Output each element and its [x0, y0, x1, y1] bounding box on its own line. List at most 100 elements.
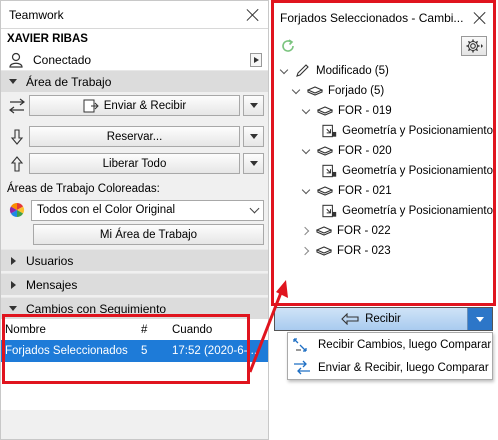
geometry-icon [322, 124, 337, 138]
section-users[interactable]: Usuarios [1, 249, 268, 271]
release-all-label: Liberar Todo [102, 157, 167, 170]
chevron-right-icon [300, 226, 310, 236]
geometry-icon [322, 164, 337, 178]
tree-label: FOR - 021 [338, 185, 392, 197]
tree-label: Geometría y Posicionamiento [342, 165, 493, 177]
menu-item-receive-compare[interactable]: Recibir Cambios, luego Comparar [288, 333, 492, 356]
colored-workspaces-select[interactable]: Todos con el Color Original [31, 199, 264, 221]
row-count: 5 [141, 345, 148, 357]
tree-label: Modificado (5) [316, 65, 389, 77]
caret-down-icon [249, 103, 258, 108]
refresh-icon[interactable] [280, 38, 296, 54]
tree-node-detail[interactable]: Geometría y Posicionamiento [274, 201, 493, 221]
user-name: XAVIER RIBAS [1, 29, 268, 49]
tree-node-detail[interactable]: Geometría y Posicionamiento [274, 121, 493, 141]
arrow-down-icon [10, 128, 24, 145]
colored-row: Todos con el Color Original [1, 198, 268, 222]
my-workspace-button[interactable]: Mi Área de Trabajo [33, 224, 264, 245]
connected-user-icon [9, 52, 23, 68]
caret-down-icon [249, 134, 258, 139]
chevron-down-icon [249, 203, 260, 213]
chevron-down-icon [301, 145, 311, 154]
send-receive-button[interactable]: Enviar & Recibir [29, 95, 240, 116]
row-when: 17:52 (2020-6-... [172, 345, 258, 357]
tree-label: Geometría y Posicionamiento [342, 125, 493, 137]
menu-item-label: Recibir Cambios, luego Comparar [318, 338, 492, 351]
chevron-right-icon [300, 246, 310, 256]
caret-down-icon [249, 161, 258, 166]
tree-label: FOR - 022 [337, 225, 391, 237]
pencil-icon [296, 64, 309, 77]
tree-node-item[interactable]: FOR - 023 [274, 241, 493, 261]
teamwork-panel: Teamwork XAVIER RIBAS Conectado Área de … [0, 0, 269, 440]
section-workspace[interactable]: Área de Trabajo [1, 70, 268, 92]
teamwork-titlebar: Teamwork [1, 1, 268, 29]
column-header-count[interactable]: # [137, 324, 168, 336]
exchange-arrows-icon [9, 98, 25, 113]
tree-node-group[interactable]: Forjado (5) [274, 81, 493, 101]
expand-down-icon [9, 79, 17, 84]
connection-status-row: Conectado [1, 49, 268, 70]
changes-table-empty-area [1, 362, 268, 410]
connection-status: Conectado [33, 52, 92, 67]
gear-icon [466, 39, 483, 53]
menu-item-send-receive-compare[interactable]: Enviar & Recibir, luego Comparar [288, 356, 492, 379]
send-receive-label: Enviar & Recibir [103, 99, 187, 112]
reserve-label: Reservar... [106, 130, 163, 143]
tree-node-item[interactable]: FOR - 021 [274, 181, 493, 201]
expand-right-icon [11, 280, 16, 289]
send-receive-row: Enviar & Recibir [1, 92, 268, 119]
tree-node-item[interactable]: FOR - 020 [274, 141, 493, 161]
column-header-when[interactable]: Cuando [168, 324, 268, 336]
tree-node-detail[interactable]: Geometría y Posicionamiento [274, 161, 493, 181]
settings-button[interactable] [461, 36, 487, 56]
slab-icon [317, 186, 333, 196]
receive-button[interactable]: Recibir [275, 308, 468, 330]
teamwork-title: Teamwork [9, 7, 64, 22]
status-menu-button[interactable] [250, 52, 262, 67]
row-name: Forjados Seleccionados [5, 345, 128, 357]
release-dropdown[interactable] [243, 153, 264, 174]
arrow-up-icon [10, 155, 24, 172]
section-workspace-label: Área de Trabajo [26, 74, 112, 89]
send-receive-icon [83, 99, 99, 112]
chevron-down-icon [301, 105, 311, 114]
slab-icon [317, 146, 333, 156]
section-messages[interactable]: Mensajes [1, 273, 268, 295]
receive-menu: Recibir Cambios, luego Comparar Enviar &… [287, 332, 493, 380]
section-tracked-changes-label: Cambios con Seguimiento [26, 301, 167, 316]
release-all-button[interactable]: Liberar Todo [29, 153, 240, 174]
chevron-down-icon [301, 185, 311, 194]
send-receive-dropdown[interactable] [243, 95, 264, 116]
colored-workspaces-label: Áreas de Trabajo Coloreadas: [7, 183, 160, 195]
floating-title: Forjados Seleccionados - Cambi... [280, 11, 464, 25]
release-row: Liberar Todo [1, 150, 268, 177]
receive-dropdown-button[interactable] [468, 308, 492, 330]
tree-node-item[interactable]: FOR - 022 [274, 221, 493, 241]
close-icon[interactable] [473, 11, 487, 25]
reserve-button[interactable]: Reservar... [29, 126, 240, 147]
tree-node-item[interactable]: FOR - 019 [274, 101, 493, 121]
tracked-changes-panel: Forjados Seleccionados - Cambi... Modifi… [271, 0, 496, 306]
tree-label: Geometría y Posicionamiento [342, 205, 493, 217]
section-users-label: Usuarios [26, 253, 74, 268]
slab-icon [307, 86, 323, 96]
send-receive-compare-icon [294, 360, 310, 374]
changes-table-header: Nombre # Cuando [1, 319, 268, 340]
floating-toolbar [274, 33, 493, 59]
menu-item-label: Enviar & Recibir, luego Comparar [318, 361, 489, 374]
reserve-row: Reservar... [1, 123, 268, 150]
slab-icon [317, 106, 333, 116]
tree-label: Forjado (5) [328, 85, 385, 97]
section-tracked-changes[interactable]: Cambios con Seguimiento [1, 297, 268, 319]
receive-split-button: Recibir [274, 307, 493, 331]
changes-tree: Modificado (5) Forjado (5) FOR - 019 Geo… [274, 59, 493, 261]
colored-workspaces-value: Todos con el Color Original [37, 204, 176, 216]
column-header-name[interactable]: Nombre [1, 324, 137, 336]
close-icon[interactable] [246, 8, 260, 22]
tree-node-modified[interactable]: Modificado (5) [274, 61, 493, 81]
geometry-icon [322, 204, 337, 218]
caret-down-icon [476, 316, 484, 322]
reserve-dropdown[interactable] [243, 126, 264, 147]
table-row[interactable]: Forjados Seleccionados 5 17:52 (2020-6-.… [1, 340, 268, 362]
